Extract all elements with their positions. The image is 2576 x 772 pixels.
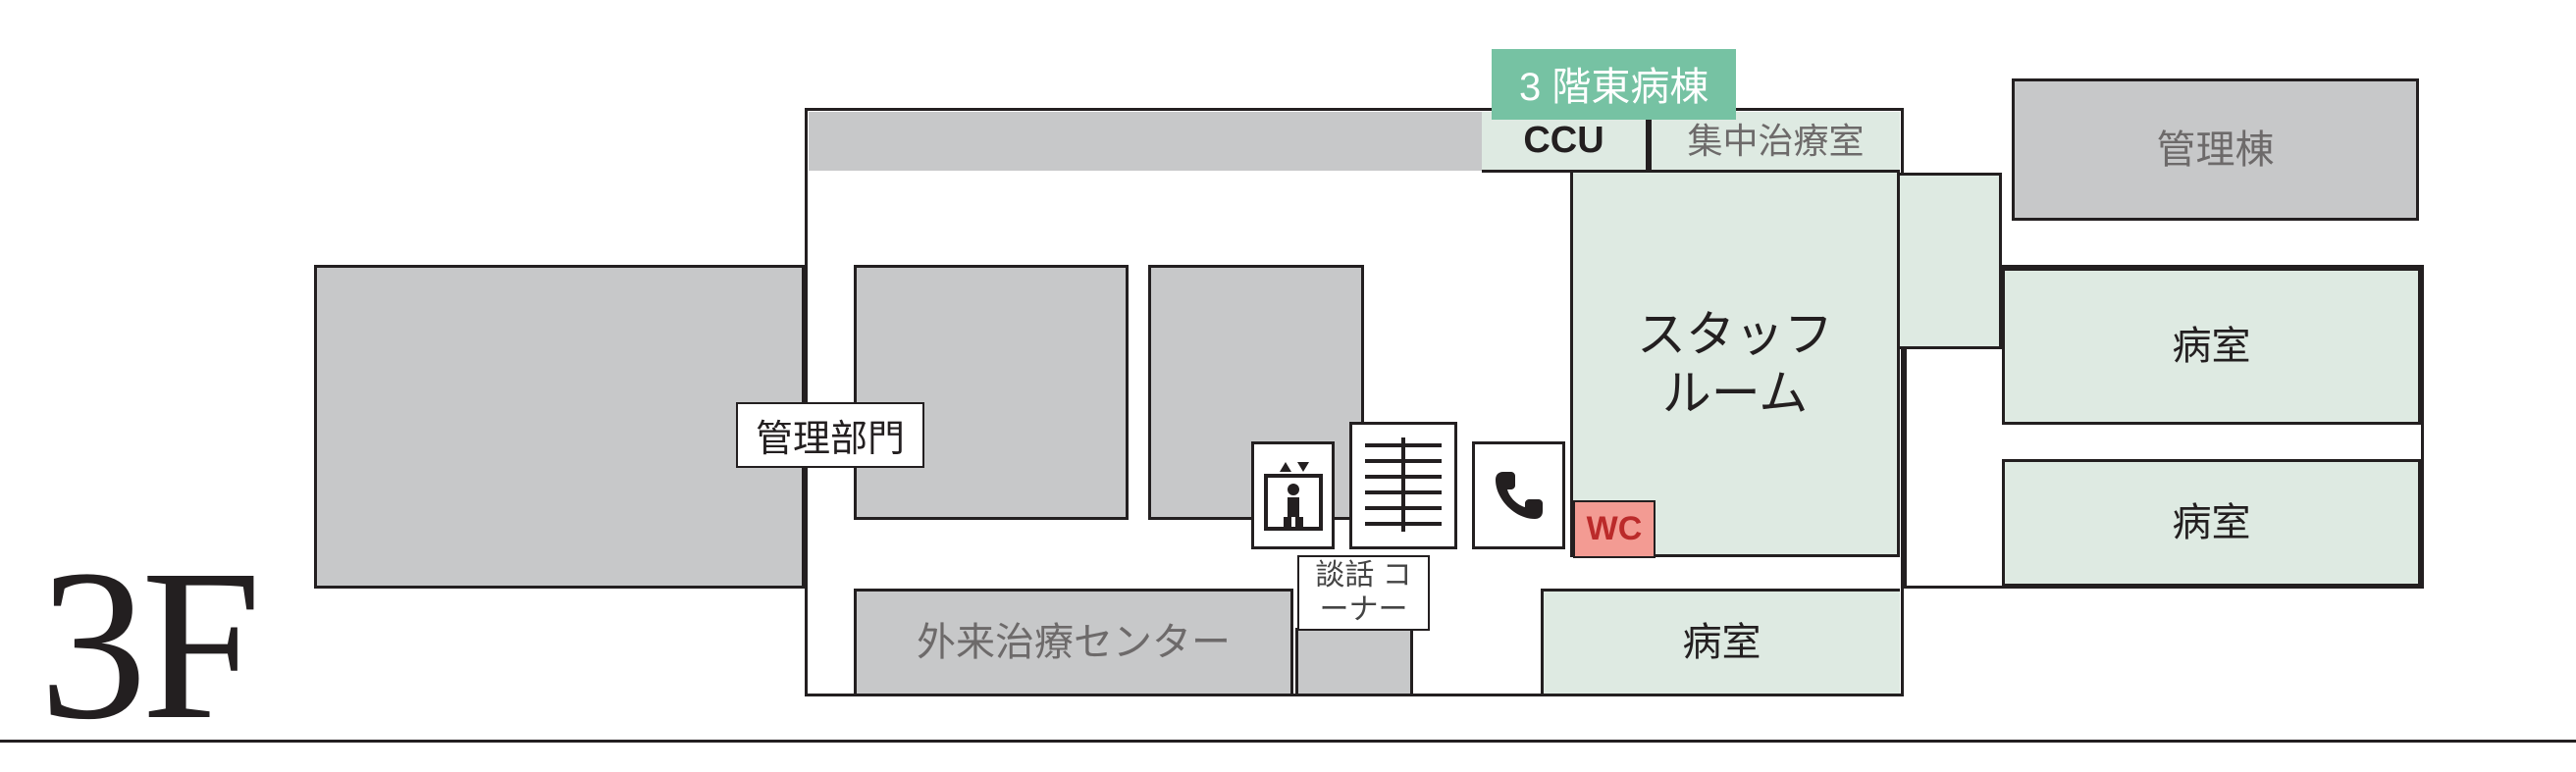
floor-map-3f: 3F 病室 病室 管理棟 スタッフ ルーム CCU 集中治療室 病室 [0,0,2576,772]
gairai-center: 外来治療センター [854,589,1293,694]
ccu-label: CCU [1523,119,1603,164]
byoshitsu-center-bottom-label: 病室 [1683,619,1761,666]
wc-box: WC [1573,500,1656,558]
left-wing-block [314,265,805,589]
kanri-to-block: 管理棟 [2012,78,2419,221]
floor-number: 3F [39,537,255,752]
elevator-icon [1251,441,1335,549]
danwa-label: 談話 コーナー [1315,559,1411,626]
byoshitsu-right-lower: 病室 [2002,459,2421,587]
danwa-tag: 談話 コーナー [1297,555,1430,631]
byoshitsu-right-upper-label: 病室 [2173,323,2251,370]
kanri-to-label: 管理棟 [2157,127,2275,174]
icu-room: 集中治療室 [1649,112,1900,173]
staff-room-label: スタッフ ルーム [1637,305,1833,423]
elevator-icon-svg [1264,460,1323,531]
gairai-center-label: 外来治療センター [917,619,1231,666]
baseline-rule [0,740,2576,743]
ward-badge-label: 3 階東病棟 [1519,66,1709,109]
phone-icon [1472,441,1565,549]
gray-box-left [854,265,1129,520]
byoshitsu-center-bottom: 病室 [1541,589,1900,694]
stairs-icon-svg [1359,432,1447,540]
phone-icon-svg [1490,466,1549,525]
byoshitsu-right-upper: 病室 [2002,268,2421,425]
kanri-bumon-label: 管理部門 [756,419,905,460]
connector-wedge [1900,173,2002,349]
kanri-bumon-tag: 管理部門 [736,402,924,468]
byoshitsu-right-lower-label: 病室 [2173,499,2251,546]
stairs-icon [1349,422,1457,549]
gray-small-bottom [1295,628,1413,694]
ccu-room: CCU [1482,112,1649,173]
wc-label: WC [1587,510,1643,548]
ward-badge: 3 階東病棟 [1492,49,1736,120]
icu-label: 集中治療室 [1687,120,1864,162]
